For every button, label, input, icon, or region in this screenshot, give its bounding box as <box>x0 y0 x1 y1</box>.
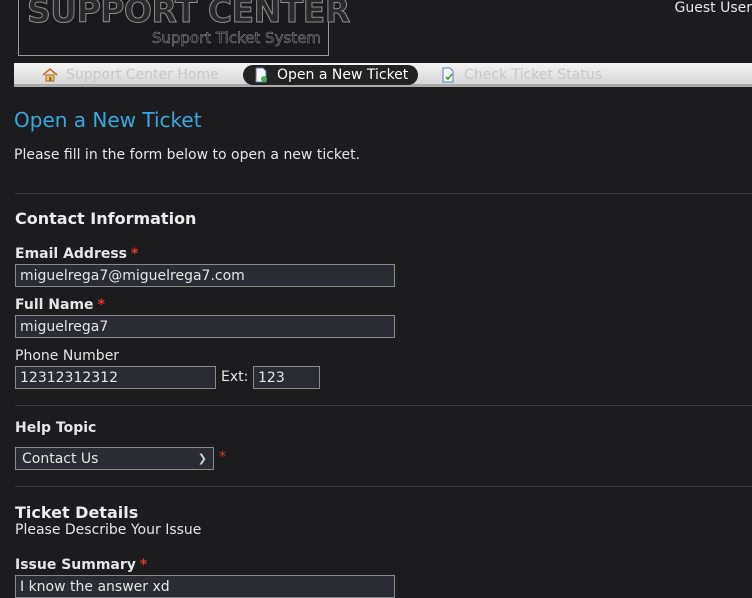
full-name-label-text: Full Name <box>15 297 94 313</box>
phone-field[interactable] <box>15 366 216 389</box>
divider <box>15 193 752 194</box>
nav-new-ticket-link[interactable]: Open a New Ticket <box>243 65 419 85</box>
required-marker: * <box>97 297 105 313</box>
divider <box>15 486 752 487</box>
logo-title: SUPPORT CENTER <box>27 0 351 31</box>
help-topic-label: Help Topic <box>15 420 97 436</box>
page-title: Open a New Ticket <box>14 108 202 132</box>
contact-heading: Contact Information <box>15 209 197 228</box>
page-intro: Please fill in the form below to open a … <box>14 147 361 163</box>
issue-summary-label: Issue Summary * <box>15 557 147 573</box>
nav-home-label: Support Center Home <box>66 67 219 83</box>
chevron-down-icon: ❯ <box>197 452 207 465</box>
required-marker: * <box>131 246 139 262</box>
nav-check-status-label: Check Ticket Status <box>464 67 602 83</box>
email-label: Email Address * <box>15 246 138 262</box>
email-label-text: Email Address <box>15 246 128 262</box>
logo-subtitle: Support Ticket System <box>151 29 322 48</box>
ext-field[interactable] <box>253 366 320 389</box>
phone-label: Phone Number <box>15 348 120 364</box>
home-icon <box>42 67 58 82</box>
ticket-details-subheading: Please Describe Your Issue <box>15 522 202 538</box>
check-status-icon <box>442 67 454 83</box>
ext-label: Ext: <box>221 369 249 385</box>
required-marker: * <box>219 449 226 465</box>
new-ticket-icon <box>255 67 267 83</box>
help-topic-select[interactable]: Contact Us ❯ <box>15 447 214 470</box>
logo[interactable]: SUPPORT CENTER Support Ticket System <box>18 0 351 56</box>
full-name-label: Full Name * <box>15 297 105 313</box>
issue-summary-field[interactable] <box>15 575 395 598</box>
email-field[interactable] <box>15 264 395 287</box>
full-name-field[interactable] <box>15 315 395 338</box>
nav-bar: Support Center Home Open a New Ticket Ch… <box>14 63 752 87</box>
required-marker: * <box>139 557 148 573</box>
ticket-details-heading: Ticket Details <box>15 503 139 522</box>
nav-check-status-link[interactable]: Check Ticket Status <box>440 65 602 85</box>
nav-home-link[interactable]: Support Center Home <box>42 65 219 85</box>
help-topic-selected: Contact Us <box>22 450 99 467</box>
divider <box>15 405 752 406</box>
nav-new-ticket-label: Open a New Ticket <box>277 67 409 83</box>
issue-summary-label-text: Issue Summary <box>15 557 136 573</box>
guest-user-label: Guest User <box>674 0 752 16</box>
